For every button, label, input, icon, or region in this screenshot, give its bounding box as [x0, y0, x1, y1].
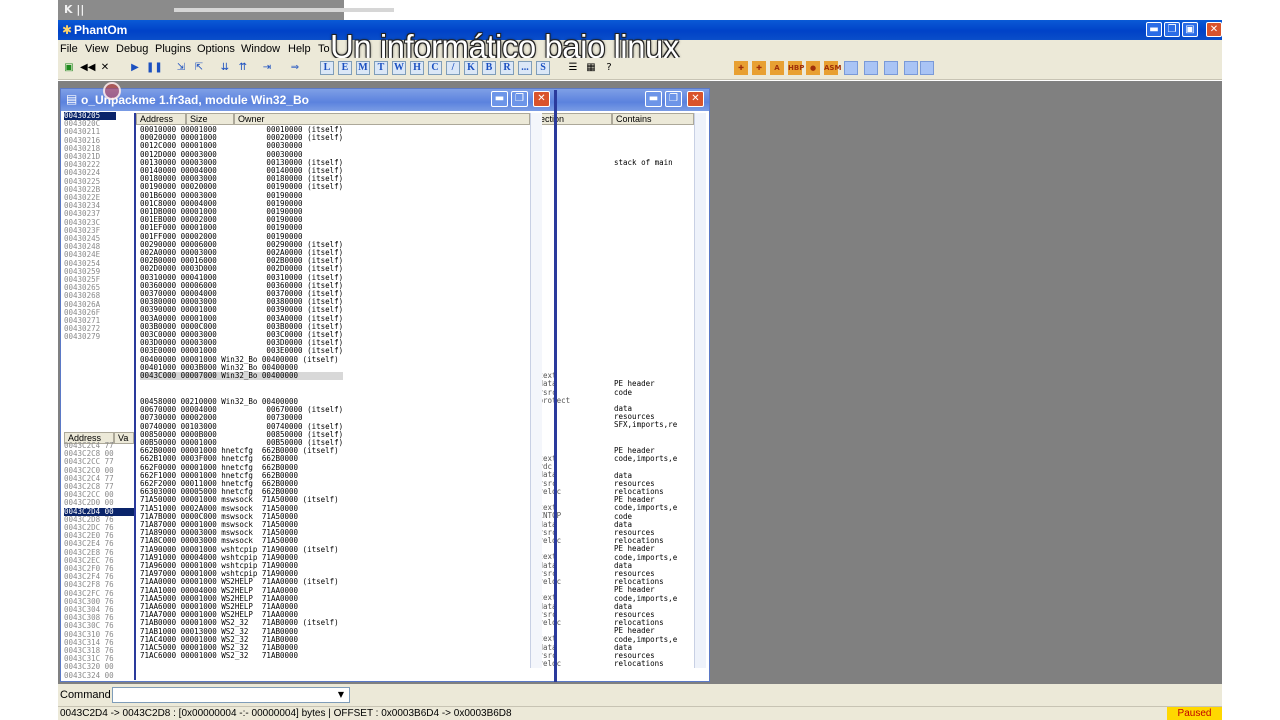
window-icon: ▤: [66, 92, 78, 106]
step-into-icon[interactable]: ⇲: [174, 61, 188, 75]
plugin-slot-icon[interactable]: [864, 61, 878, 75]
menu-tools[interactable]: To: [318, 43, 330, 55]
child-minimize-button[interactable]: ▬: [491, 91, 508, 107]
child2-close-button[interactable]: ✕: [687, 91, 704, 107]
list-icon[interactable]: ☰: [566, 61, 580, 75]
video-seek-track[interactable]: [174, 8, 394, 12]
command-label: Command: [60, 689, 111, 701]
plugin-5-icon[interactable]: ●: [806, 61, 820, 75]
menu-view[interactable]: View: [85, 43, 109, 55]
help-icon[interactable]: ?: [602, 61, 616, 75]
close-button[interactable]: ✕: [1206, 22, 1222, 37]
hbp-plugin-icon[interactable]: HBP: [788, 61, 804, 75]
minimize-button[interactable]: ▬: [1146, 22, 1162, 37]
goto-icon[interactable]: ⇒: [288, 61, 302, 75]
table-row[interactable]: 71AC6000 00001000 WS2_32 71AB0000: [140, 652, 343, 660]
child-close-button[interactable]: ✕: [533, 91, 550, 107]
menu-help[interactable]: Help: [288, 43, 311, 55]
restore-button[interactable]: ❐: [1164, 22, 1180, 37]
disasm-address-list[interactable]: 00430205 0043020C 00430211 00430216 00430218…: [64, 112, 116, 380]
plugin-slot-icon[interactable]: [920, 61, 934, 75]
column-address[interactable]: Address: [136, 113, 186, 125]
dump-address-list[interactable]: 0043C2C4 77 0043C2C8 00 0043C2CC 77 0043C2C…: [64, 442, 134, 678]
column-section[interactable]: Section: [530, 113, 612, 125]
run-icon[interactable]: ▶: [128, 61, 142, 75]
vertical-scrollbar[interactable]: [694, 113, 706, 668]
references-button[interactable]: R: [500, 61, 514, 75]
open-icon[interactable]: ▣: [62, 61, 76, 75]
pause-debug-icon[interactable]: ❚❚: [146, 61, 163, 75]
window-divider[interactable]: [554, 90, 557, 682]
plugin-slot-icon[interactable]: [844, 61, 858, 75]
patches-button[interactable]: /: [446, 61, 460, 75]
mouse-cursor-highlight: [103, 82, 121, 100]
options-grid-icon[interactable]: ▦: [584, 61, 598, 75]
toolbar: ▣ ◀◀ ✕ ▶ ❚❚ ⇲ ⇱ ⇊ ⇈ ⇥ ⇒ L E M T W H C / …: [58, 58, 1222, 80]
windows-button[interactable]: W: [392, 61, 406, 75]
chevron-down-icon[interactable]: ▼: [335, 689, 347, 701]
pane-divider[interactable]: [134, 113, 136, 680]
breakpoints-button[interactable]: B: [482, 61, 496, 75]
handles-button[interactable]: H: [410, 61, 424, 75]
command-input[interactable]: ▼: [112, 687, 350, 703]
app-title: PhantOm: [74, 23, 128, 37]
address-row[interactable]: 00430279: [64, 333, 116, 341]
maximize-button[interactable]: ▣: [1182, 22, 1198, 37]
memory-map-rows-lower[interactable]: 00458000 00210000 Win32_Bo 00400000 00670…: [140, 397, 343, 661]
status-text: 0043C2D4 -> 0043C2D8 : [0x00000004 -:- 0…: [60, 708, 512, 719]
log-window-button[interactable]: L: [320, 61, 334, 75]
threads-window-button[interactable]: T: [374, 61, 388, 75]
plugin-2-icon[interactable]: ✚: [752, 61, 766, 75]
memory-window-button[interactable]: M: [356, 61, 370, 75]
video-controls[interactable]: K ||: [58, 0, 394, 20]
dump-row[interactable]: 0043C324 00: [64, 671, 134, 678]
modules-window-button[interactable]: E: [338, 61, 352, 75]
pause-icon[interactable]: K ||: [64, 3, 84, 16]
child-maximize-button[interactable]: ❐: [511, 91, 528, 107]
memory-map-rows[interactable]: 00010000 00001000 00010000 (itself) 00020…: [140, 125, 344, 381]
column-owner[interactable]: Owner: [234, 113, 530, 125]
contains-column: stack of main PE header code data resour…: [614, 157, 678, 430]
restart-icon[interactable]: ◀◀: [80, 61, 95, 75]
bug-icon: ✱: [62, 23, 73, 37]
column-size[interactable]: Size: [186, 113, 234, 125]
asm-plugin-icon[interactable]: ASM: [824, 61, 841, 75]
plugin-1-icon[interactable]: ✚: [734, 61, 748, 75]
status-badge: Paused: [1167, 707, 1222, 720]
source-button[interactable]: S: [536, 61, 550, 75]
column-contains[interactable]: Contains: [612, 113, 694, 125]
child2-maximize-button[interactable]: ❐: [665, 91, 682, 107]
trace-into-icon[interactable]: ⇊: [218, 61, 232, 75]
menu-options[interactable]: Options: [197, 43, 235, 55]
step-over-icon[interactable]: ⇱: [192, 61, 206, 75]
execute-till-return-icon[interactable]: ⇥: [260, 61, 274, 75]
table-row[interactable]: 0043C000 00007000 Win32_Bo 00400000: [140, 371, 344, 381]
close-debuggee-icon[interactable]: ✕: [98, 61, 112, 75]
menu-file[interactable]: File: [60, 43, 78, 55]
menu-debug[interactable]: Debug: [116, 43, 148, 55]
plugin-slot-icon[interactable]: [904, 61, 918, 75]
child2-minimize-button[interactable]: ▬: [645, 91, 662, 107]
call-stack-button[interactable]: K: [464, 61, 478, 75]
menu-window[interactable]: Window: [241, 43, 280, 55]
trace-over-icon[interactable]: ⇈: [236, 61, 250, 75]
plugin-3-icon[interactable]: A: [770, 61, 784, 75]
command-bar: Command ▼: [58, 684, 1222, 706]
menu-plugins[interactable]: Plugins: [155, 43, 191, 55]
section-scrollbar[interactable]: [530, 113, 542, 668]
cpu-button[interactable]: C: [428, 61, 442, 75]
run-trace-button[interactable]: ...: [518, 61, 532, 75]
plugin-slot-icon[interactable]: [884, 61, 898, 75]
status-bar: 0043C2D4 -> 0043C2D8 : [0x00000004 -:- 0…: [58, 706, 1222, 720]
child-window-titlebar[interactable]: ▤ o_Unpackme 1.fr3ad, module Win32_Bo ▬ …: [61, 89, 709, 111]
contains-column-lower: PE header code,imports,e data resources …: [614, 446, 678, 669]
